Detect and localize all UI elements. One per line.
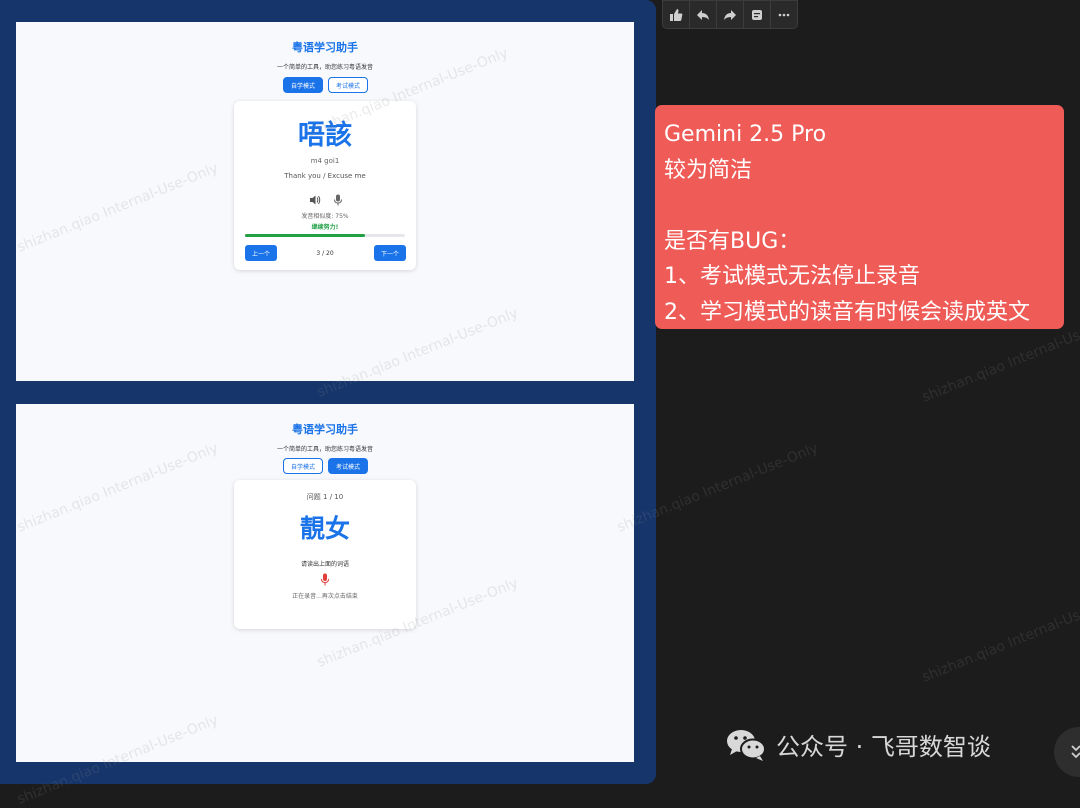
app-subtitle: 一个简单的工具，助您练习粤语发音	[276, 64, 373, 71]
question-counter: 问题 1 / 10	[306, 493, 344, 501]
more-icon	[778, 13, 790, 16]
study-mode-screenshot: 粤语学习助手 一个简单的工具，助您练习粤语发音 自学模式 考试模式 唔該 m4 …	[16, 22, 634, 381]
app-title: 粤语学习助手	[292, 423, 358, 436]
recording-status: 正在录音...再次点击结束	[292, 593, 358, 600]
message-toolbar	[662, 0, 798, 29]
similarity-score: 发音相似度: 75%	[301, 213, 349, 220]
cantonese-word: 唔該	[298, 120, 352, 151]
chevron-down-icon	[1071, 745, 1080, 759]
speaker-icon	[310, 195, 321, 205]
sticker-button[interactable]	[744, 1, 771, 28]
app-subtitle: 一个简单的工具，助您练习粤语发音	[276, 446, 373, 453]
note-line: 1、考试模式无法停止录音	[664, 264, 920, 289]
exam-card: 问题 1 / 10 靚女 请读出上面的词语 正在录音...再次点击结束	[234, 480, 416, 629]
similarity-progress-bar	[245, 234, 405, 237]
exam-mode-screenshot: 粤语学习助手 一个简单的工具，助您练习粤语发音 自学模式 考试模式 问题 1 /…	[16, 404, 634, 762]
record-button[interactable]	[333, 191, 343, 206]
app-title: 粤语学习助手	[292, 41, 358, 54]
flashcard: 唔該 m4 goi1 Thank you / Excuse me 发音相似度: …	[234, 101, 416, 270]
thumbs-up-button[interactable]	[663, 1, 690, 28]
note-line: 是否有BUG：	[664, 228, 801, 254]
cantonese-word: 靚女	[299, 514, 350, 543]
note-line: Gemini 2.5 Pro	[664, 122, 827, 147]
forward-icon	[724, 9, 736, 20]
record-button[interactable]	[320, 571, 330, 586]
microphone-icon	[334, 194, 342, 206]
note-line: 2、学习模式的读音有时候会读成英文	[664, 299, 1030, 325]
wechat-footer: 公众号 · 飞哥数智谈	[726, 727, 991, 762]
footer-text: 公众号 · 飞哥数智谈	[776, 733, 991, 761]
reply-icon	[697, 9, 709, 20]
study-mode-button[interactable]: 自学模式	[283, 77, 323, 93]
forward-button[interactable]	[717, 1, 744, 28]
meaning: Thank you / Excuse me	[284, 172, 366, 180]
scroll-down-button[interactable]	[1054, 727, 1080, 777]
more-button[interactable]	[771, 1, 797, 28]
exam-prompt: 请读出上面的词语	[300, 561, 349, 568]
watermark: shizhan.qiao Internal-Use-Only	[919, 590, 1080, 686]
screenshot-panel: 粤语学习助手 一个简单的工具，助您练习粤语发音 自学模式 考试模式 唔該 m4 …	[0, 0, 656, 784]
exam-mode-button[interactable]: 考试模式	[328, 77, 368, 93]
feedback-text: 继续努力!	[311, 224, 339, 231]
next-button[interactable]: 下一个	[374, 245, 406, 261]
note-line	[664, 188, 1064, 224]
similarity-progress-fill	[245, 234, 365, 237]
exam-mode-button[interactable]: 考试模式	[328, 458, 368, 474]
romanization: m4 goi1	[310, 157, 340, 165]
sticker-icon	[752, 9, 762, 20]
wechat-icon	[727, 729, 766, 761]
reply-button[interactable]	[690, 1, 717, 28]
thumbs-up-icon	[670, 8, 683, 21]
note-line: 较为简洁	[664, 157, 753, 183]
review-note: Gemini 2.5 Pro 较为简洁 是否有BUG： 1、考试模式无法停止录音…	[655, 105, 1064, 329]
study-mode-button[interactable]: 自学模式	[283, 458, 323, 474]
microphone-icon	[321, 573, 329, 586]
play-audio-button[interactable]	[309, 191, 321, 205]
